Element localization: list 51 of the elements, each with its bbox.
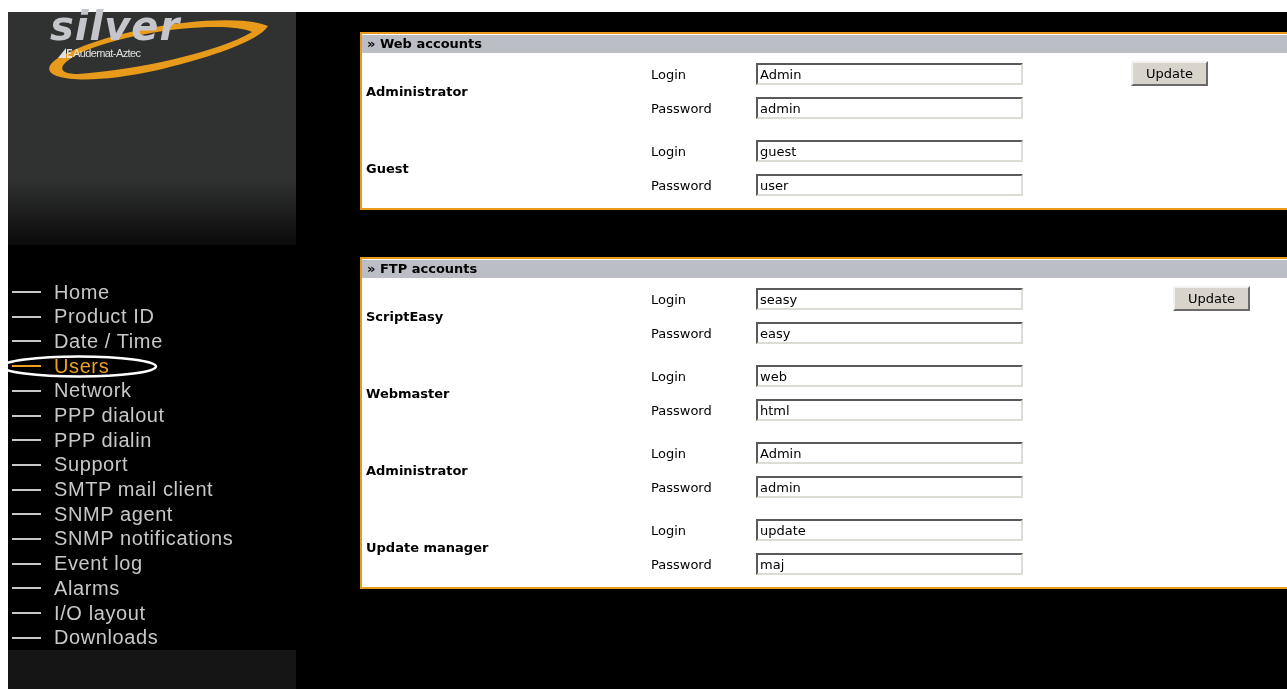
input-field[interactable]: html	[756, 399, 1023, 421]
menu-item[interactable]: SNMP notifications	[8, 526, 296, 552]
menu-item[interactable]: I/O layout	[8, 600, 296, 626]
input-field[interactable]: seasy	[756, 288, 1023, 310]
account-name: Administrator	[365, 462, 469, 478]
field-label: Login	[651, 368, 688, 384]
input-field[interactable]: easy	[756, 322, 1023, 344]
menu-item[interactable]: PPP dialout	[8, 403, 296, 428]
menu-item[interactable]: Event log	[8, 551, 296, 576]
menu-item[interactable]: Alarms	[8, 576, 296, 601]
menu-item[interactable]: Support	[8, 452, 296, 478]
field-label: Login	[651, 291, 688, 307]
account-name: Guest	[365, 160, 410, 176]
menu-item[interactable]: Users	[8, 353, 296, 379]
triangle-icon	[58, 48, 72, 58]
field-label: Login	[651, 522, 688, 538]
menu-item[interactable]: Network	[8, 378, 296, 404]
field-label: Login	[651, 445, 688, 461]
field-label: Password	[651, 556, 713, 572]
account-name: Administrator	[365, 83, 469, 99]
menu-item[interactable]: Product ID	[8, 304, 296, 330]
update-button[interactable]: Update	[1131, 61, 1209, 86]
input-field[interactable]: guest	[756, 140, 1023, 162]
account-name: ScriptEasy	[365, 308, 445, 324]
menu-item[interactable]: Home	[8, 279, 296, 305]
menu-item[interactable]: SNMP agent	[8, 501, 296, 527]
panel-header: » FTP accounts	[362, 260, 1287, 278]
field-label: Login	[651, 66, 688, 82]
input-field[interactable]: admin	[756, 97, 1023, 119]
menu-item[interactable]: Downloads	[8, 625, 296, 651]
field-label: Password	[651, 402, 713, 418]
input-field[interactable]: update	[756, 519, 1023, 541]
input-field[interactable]: maj	[756, 553, 1023, 575]
account-name: Update manager	[365, 539, 490, 555]
input-field[interactable]: Admin	[756, 63, 1023, 85]
field-label: Password	[651, 325, 713, 341]
input-field[interactable]: user	[756, 174, 1023, 196]
account-name: Webmaster	[365, 385, 451, 401]
field-label: Login	[651, 143, 688, 159]
input-field[interactable]: admin	[756, 476, 1023, 498]
field-label: Password	[651, 177, 713, 193]
logo-wordmark: silver	[50, 2, 181, 49]
update-button[interactable]: Update	[1173, 286, 1251, 311]
input-field[interactable]: Admin	[756, 442, 1023, 464]
field-label: Password	[651, 479, 713, 495]
input-field[interactable]: web	[756, 365, 1023, 387]
menu-item[interactable]: Date / Time	[8, 329, 296, 354]
menu-item[interactable]: SMTP mail client	[8, 477, 296, 502]
panel-header: » Web accounts	[362, 35, 1287, 53]
menu-item[interactable]: PPP dialin	[8, 427, 296, 453]
field-label: Password	[651, 100, 713, 116]
